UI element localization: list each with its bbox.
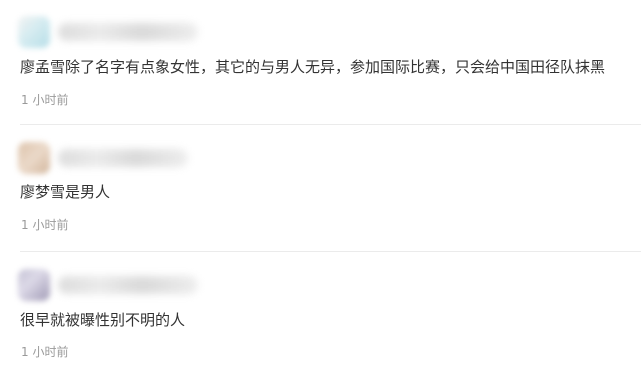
comment-timestamp: 1 小时前 — [21, 218, 69, 232]
comment-item-1: 廖孟雪除了名字有点象女性，其它的与男人无异，参加国际比赛，只会给中国田径队抹黑 … — [0, 0, 641, 124]
comment-item-2: 廖梦雪是男人 1 小时前 — [0, 125, 641, 251]
comment-text: 廖梦雪是男人 — [20, 183, 111, 201]
comment-item-3: 很早就被曝性别不明的人 1 小时前 — [0, 252, 641, 372]
username-blurred[interactable] — [58, 23, 198, 41]
avatar[interactable] — [18, 142, 50, 174]
avatar[interactable] — [18, 16, 50, 48]
comment-header — [18, 269, 218, 301]
username-blurred[interactable] — [58, 149, 188, 167]
comment-header — [18, 142, 218, 174]
comment-timestamp: 1 小时前 — [21, 345, 69, 359]
username-blurred[interactable] — [58, 276, 198, 294]
comment-text: 廖孟雪除了名字有点象女性，其它的与男人无异，参加国际比赛，只会给中国田径队抹黑 — [20, 58, 606, 76]
comment-text: 很早就被曝性别不明的人 — [20, 311, 186, 329]
comment-timestamp: 1 小时前 — [21, 93, 69, 107]
comment-header — [18, 16, 218, 48]
avatar[interactable] — [18, 269, 50, 301]
